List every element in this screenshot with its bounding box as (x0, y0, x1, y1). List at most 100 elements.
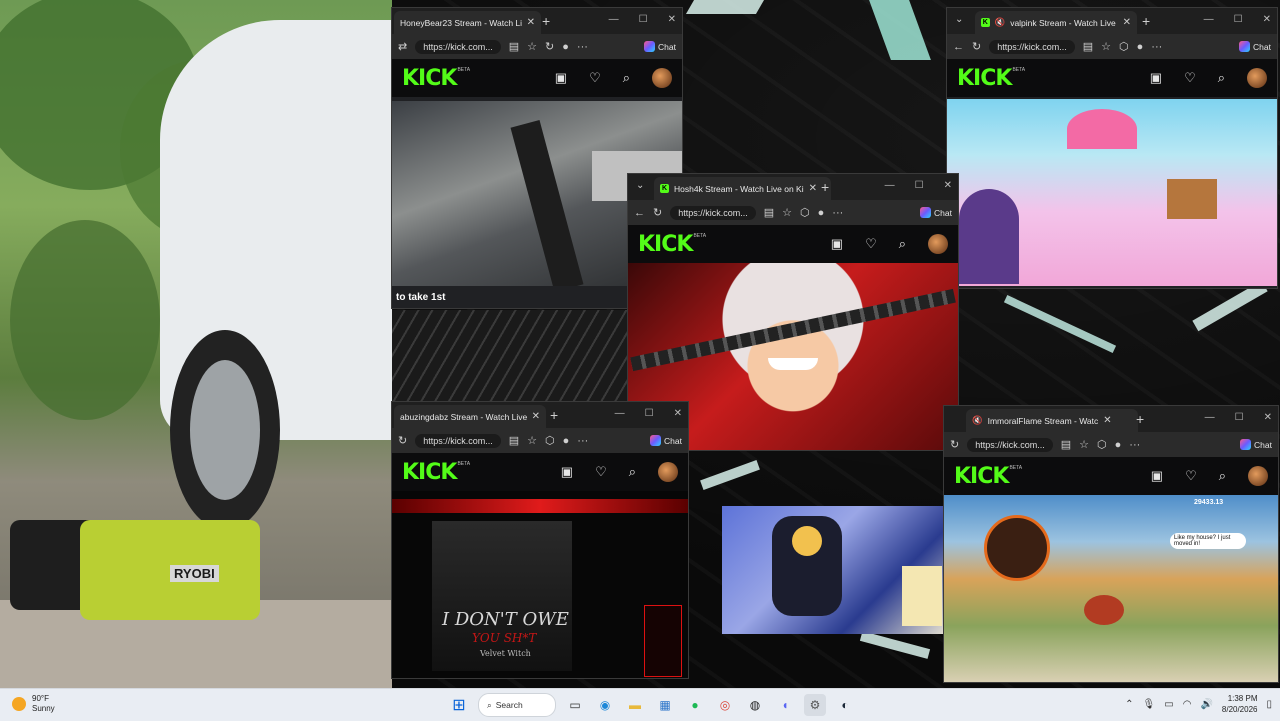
avatar[interactable] (1248, 466, 1268, 486)
maximize-icon[interactable]: ☐ (639, 14, 648, 25)
browser-tab[interactable]: 🔇 ImmoralFlame Stream - Watc ✕ (966, 409, 1138, 432)
tab-list-icon[interactable]: ⌄ (636, 180, 644, 191)
more-icon[interactable]: ··· (577, 435, 588, 447)
maximize-icon[interactable]: ☐ (915, 180, 924, 191)
spotify-icon[interactable]: ● (684, 694, 706, 716)
close-icon[interactable]: ✕ (668, 14, 676, 25)
discord-icon[interactable]: ◖ (774, 694, 796, 716)
profile-icon[interactable]: ● (1115, 439, 1122, 451)
kick-logo[interactable]: KICK (402, 460, 457, 485)
kick-logo[interactable]: KICK (402, 66, 457, 91)
close-tab-icon[interactable]: ✕ (1123, 17, 1131, 28)
kick-logo[interactable]: KICK (638, 232, 693, 257)
new-tab-icon[interactable]: + (542, 13, 550, 29)
stream-video[interactable] (947, 99, 1277, 286)
url-field[interactable]: https://kick.com... (967, 437, 1053, 452)
clips-icon[interactable]: ▣ (1151, 468, 1163, 484)
refresh-icon[interactable]: ↻ (545, 40, 554, 53)
chat-button[interactable]: Chat (644, 41, 676, 52)
url-field[interactable]: https://kick.com... (415, 39, 501, 54)
url-field[interactable]: https://kick.com... (989, 39, 1075, 54)
muted-speaker-icon[interactable]: 🔇 (995, 17, 1006, 28)
profile-icon[interactable]: ● (563, 435, 570, 447)
file-explorer-icon[interactable]: ▬ (624, 694, 646, 716)
reader-icon[interactable]: ▤ (1061, 438, 1071, 451)
clips-icon[interactable]: ▣ (555, 70, 567, 86)
clips-icon[interactable]: ▣ (831, 236, 843, 252)
search-icon[interactable]: ⌕ (899, 236, 906, 252)
reader-icon[interactable]: ▤ (509, 40, 519, 53)
avatar[interactable] (928, 234, 948, 254)
back-icon[interactable]: ← (634, 207, 645, 219)
extensions-icon[interactable]: ⬡ (800, 206, 810, 219)
reader-icon[interactable]: ▤ (509, 434, 519, 447)
notification-icon[interactable]: ▯ (1266, 699, 1272, 710)
following-heart-icon[interactable]: ♡ (595, 464, 607, 480)
search-icon[interactable]: ⌕ (1219, 468, 1226, 484)
clips-icon[interactable]: ▣ (561, 464, 573, 480)
close-tab-icon[interactable]: ✕ (527, 17, 535, 28)
site-info-icon[interactable]: ⇄ (398, 40, 407, 53)
browser-window-valpink[interactable]: ⌄ K 🔇 valpink Stream - Watch Live o ✕ + … (947, 8, 1277, 288)
refresh-icon[interactable]: ↻ (950, 438, 959, 451)
avatar[interactable] (658, 462, 678, 482)
close-tab-icon[interactable]: ✕ (809, 183, 817, 194)
extensions-icon[interactable]: ⬡ (1097, 438, 1107, 451)
settings-gear-icon[interactable]: ⚙ (804, 694, 826, 716)
obs-icon[interactable]: ◍ (744, 694, 766, 716)
maximize-icon[interactable]: ☐ (1235, 412, 1244, 423)
refresh-icon[interactable]: ↻ (653, 206, 662, 219)
search-icon[interactable]: ⌕ (623, 70, 630, 86)
browser-window-immoralflame[interactable]: 🔇 ImmoralFlame Stream - Watc ✕ + — ☐ ✕ ↻… (944, 406, 1278, 682)
close-icon[interactable]: ✕ (674, 408, 682, 419)
chrome-icon[interactable]: ◎ (714, 694, 736, 716)
browser-tab[interactable]: K Hosh4k Stream - Watch Live on Ki ✕ (654, 177, 831, 200)
stream-video[interactable]: I DON'T OWE YOU SH*T Velvet Witch (392, 491, 688, 678)
close-icon[interactable]: ✕ (944, 180, 952, 191)
minimize-icon[interactable]: — (609, 14, 619, 25)
clock[interactable]: 1:38 PM 8/20/2026 (1222, 693, 1258, 715)
more-icon[interactable]: ··· (832, 207, 843, 219)
url-field[interactable]: https://kick.com... (415, 433, 501, 448)
display-icon[interactable]: ▭ (1164, 699, 1173, 710)
url-field[interactable]: https://kick.com... (670, 205, 756, 220)
new-tab-icon[interactable]: + (1142, 13, 1150, 29)
close-icon[interactable]: ✕ (1264, 412, 1272, 423)
close-tab-icon[interactable]: ✕ (1103, 415, 1111, 426)
wifi-icon[interactable]: ◠ (1183, 699, 1192, 710)
task-view-icon[interactable]: ▭ (564, 694, 586, 716)
maximize-icon[interactable]: ☐ (645, 408, 654, 419)
clips-icon[interactable]: ▣ (1150, 70, 1162, 86)
chat-button[interactable]: Chat (1239, 41, 1271, 52)
more-icon[interactable]: ··· (577, 41, 588, 53)
new-tab-icon[interactable]: + (550, 407, 558, 423)
browser-tab[interactable]: HoneyBear23 Stream - Watch Live ✕ (394, 11, 541, 34)
tab-list-icon[interactable]: ⌄ (955, 14, 963, 25)
search-icon[interactable]: ⌕ (629, 464, 636, 480)
weather-widget[interactable]: 90°F Sunny (12, 694, 55, 714)
more-icon[interactable]: ··· (1129, 439, 1140, 451)
search-box[interactable]: ⌕ Search (478, 693, 556, 717)
search-icon[interactable]: ⌕ (1218, 70, 1225, 86)
minimize-icon[interactable]: — (1204, 14, 1214, 25)
back-icon[interactable]: ← (953, 41, 964, 53)
store-icon[interactable]: ▦ (654, 694, 676, 716)
refresh-icon[interactable]: ↻ (972, 40, 981, 53)
favorite-icon[interactable]: ☆ (1079, 438, 1089, 451)
browser-tab[interactable]: abuzingdabz Stream - Watch Live ✕ (394, 405, 546, 428)
favorite-icon[interactable]: ☆ (527, 40, 537, 53)
chat-button[interactable]: Chat (650, 435, 682, 446)
favorite-icon[interactable]: ☆ (1101, 40, 1111, 53)
browser-tab[interactable]: K 🔇 valpink Stream - Watch Live o ✕ (975, 11, 1137, 34)
maximize-icon[interactable]: ☐ (1234, 14, 1243, 25)
reader-icon[interactable]: ▤ (1083, 40, 1093, 53)
stream-video[interactable]: 29433.13 Like my house? I just moved in! (944, 495, 1278, 682)
avatar[interactable] (652, 68, 672, 88)
chat-button[interactable]: Chat (1240, 439, 1272, 450)
steam-icon[interactable]: ◐ (834, 694, 856, 716)
following-heart-icon[interactable]: ♡ (1184, 70, 1196, 86)
refresh-icon[interactable]: ↻ (398, 434, 407, 447)
close-tab-icon[interactable]: ✕ (532, 411, 540, 422)
muted-speaker-icon[interactable]: 🔇 (972, 415, 983, 426)
kick-logo[interactable]: KICK (954, 464, 1009, 489)
